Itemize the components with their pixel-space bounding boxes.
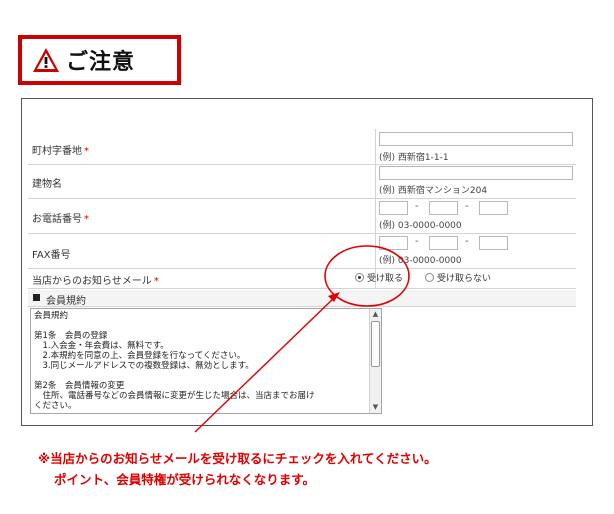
newsletter-row: 当店からのお知らせメール * 受け取る 受け取らない: [28, 268, 576, 289]
phone-middle-input[interactable]: [429, 201, 458, 215]
terms-line: 会員規約: [34, 311, 69, 321]
terms-line: 住所、電話番号などの会員情報に変更が生じた場合は、当店までお届け: [34, 391, 315, 401]
address-label: 町村字番地 *: [32, 142, 89, 157]
phone-separator: -: [465, 201, 469, 212]
newsletter-decline-radio[interactable]: [425, 273, 434, 282]
terms-line: 第1条 会員の登録: [34, 331, 108, 341]
building-row: 建物名 (例) 西新宿マンション204: [28, 164, 576, 199]
fax-label: FAX番号: [32, 250, 71, 261]
address-label-text: 町村字番地: [32, 146, 82, 157]
notice-line-2: ポイント、会員特権が受けられなくなります。: [54, 472, 316, 487]
scroll-down-icon[interactable]: ▼: [370, 402, 381, 413]
caution-banner-inner: ご注意: [22, 39, 177, 81]
address-input[interactable]: [379, 132, 573, 146]
terms-line: 3.同じメールアドレスでの複数登録は、無効とします。: [34, 361, 254, 371]
column-divider: [375, 233, 376, 268]
terms-section-title: 会員規約: [46, 296, 86, 307]
scroll-thumb[interactable]: [371, 321, 380, 367]
fax-area-input[interactable]: [379, 236, 408, 250]
required-mark: *: [84, 214, 89, 225]
caution-title: ご注意: [66, 50, 136, 75]
caution-banner: ご注意: [18, 35, 181, 85]
building-label: 建物名: [32, 179, 62, 190]
newsletter-label: 当店からのお知らせメール *: [32, 272, 159, 287]
registration-form: 町村字番地 * (例) 西新宿1-1-1 建物名 (例) 西新宿マンション204 …: [21, 98, 593, 426]
fax-row: FAX番号 - - (例) 03-0000-0000: [28, 233, 576, 269]
phone-hint: (例) 03-0000-0000: [379, 221, 462, 231]
newsletter-receive-radio[interactable]: [355, 273, 364, 282]
phone-row: お電話番号 * - - (例) 03-0000-0000: [28, 198, 576, 234]
column-divider: [375, 198, 376, 233]
warning-triangle-icon: [33, 48, 59, 72]
phone-label: お電話番号 *: [32, 210, 89, 225]
phone-last-input[interactable]: [479, 201, 508, 215]
address-row: 町村字番地 * (例) 西新宿1-1-1: [28, 129, 576, 165]
notice-line-1: ※当店からのお知らせメールを受け取るにチェックを入れてください。: [38, 451, 437, 466]
required-mark: *: [84, 146, 89, 157]
fax-separator: -: [415, 236, 419, 247]
notice-text: ※当店からのお知らせメールを受け取るにチェックを入れてください。 ポイント、会員…: [38, 448, 437, 490]
terms-scrollbar[interactable]: ▲ ▼: [369, 309, 381, 413]
terms-section-header: 会員規約: [28, 290, 576, 307]
phone-separator: -: [415, 201, 419, 212]
terms-line: 2.本規約を同意の上、会員登録を行なってください。: [34, 351, 246, 361]
scroll-up-icon[interactable]: ▲: [370, 309, 381, 320]
terms-line: [34, 321, 369, 331]
newsletter-decline-label[interactable]: 受け取らない: [437, 271, 491, 284]
square-bullet-icon: [33, 294, 40, 301]
column-divider: [375, 164, 376, 198]
building-input[interactable]: [379, 166, 573, 180]
terms-textarea[interactable]: 会員規約 第1条 会員の登録 1.入会金・年会費は、無料です。 2.本規約を同意…: [30, 308, 382, 414]
terms-text: 会員規約 第1条 会員の登録 1.入会金・年会費は、無料です。 2.本規約を同意…: [34, 311, 369, 411]
terms-line: ください。: [34, 401, 77, 411]
fax-hint: (例) 03-0000-0000: [379, 256, 462, 266]
terms-line: [34, 371, 369, 381]
newsletter-label-text: 当店からのお知らせメール: [32, 276, 152, 287]
fax-last-input[interactable]: [479, 236, 508, 250]
phone-label-text: お電話番号: [32, 214, 82, 225]
newsletter-receive-label[interactable]: 受け取る: [367, 271, 403, 284]
terms-line: 第2条 会員情報の変更: [34, 381, 125, 391]
phone-area-input[interactable]: [379, 201, 408, 215]
fax-separator: -: [465, 236, 469, 247]
fax-middle-input[interactable]: [429, 236, 458, 250]
address-hint: (例) 西新宿1-1-1: [379, 153, 449, 163]
column-divider: [375, 129, 376, 164]
required-mark: *: [153, 276, 159, 287]
terms-line: 1.入会金・年会費は、無料です。: [34, 341, 169, 351]
building-hint: (例) 西新宿マンション204: [379, 186, 488, 196]
